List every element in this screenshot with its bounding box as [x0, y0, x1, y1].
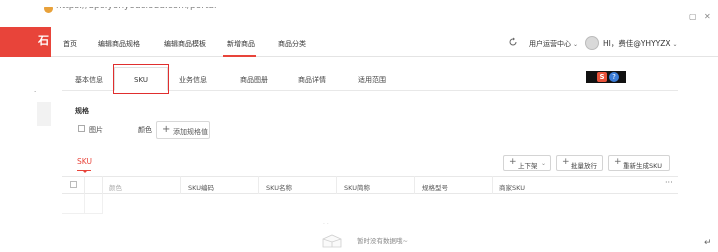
caret-down-icon: [82, 170, 88, 173]
tab-product-album[interactable]: 商品图册: [240, 75, 268, 85]
window-restore-icon[interactable]: ▢: [689, 12, 697, 21]
sku-table-header: 颜色 SKU编码 SKU名称 SKU简称 规格型号 商家SKU: [62, 176, 678, 194]
tab-scope[interactable]: 适用范围: [358, 75, 386, 85]
more-options-icon[interactable]: ···: [665, 178, 673, 187]
image-checkbox[interactable]: [78, 125, 85, 132]
plus-icon: +: [614, 157, 622, 167]
batch-release-label: 批量放行: [571, 162, 597, 170]
return-arrow-icon: ↵: [704, 238, 712, 248]
window-close-icon[interactable]: ✕: [704, 12, 711, 21]
tab-basic-info[interactable]: 基本信息: [75, 75, 103, 85]
chevron-down-icon: ⌄: [573, 41, 579, 48]
plus-icon: +: [562, 157, 570, 167]
browser-url-bar[interactable]: https://upc.yonyoucloud.com/portal ▢ ✕: [0, 0, 718, 24]
left-sidebar: [0, 24, 51, 252]
nav-active-indicator: [223, 55, 256, 57]
ops-center-menu[interactable]: 用户运营中心 ⌄: [529, 39, 578, 49]
sku-section-title: SKU: [77, 157, 92, 166]
column-divider: [258, 176, 259, 194]
column-header-merchant-sku: 商家SKU: [499, 184, 525, 192]
row-divider: [84, 194, 85, 214]
shelf-button[interactable]: + 上下架 ⌄: [503, 155, 551, 171]
spec-section-title: 规格: [75, 107, 89, 115]
chevron-down-icon: ⌄: [672, 41, 678, 48]
sidebar-mark: ·: [34, 88, 37, 96]
empty-box-icon: [322, 234, 342, 248]
regenerate-sku-label: 重新生成SKU: [623, 162, 662, 170]
user-name: HI，费佳@YHYYZX: [603, 39, 671, 48]
row-divider: [102, 194, 103, 214]
nav-new-product[interactable]: 新增商品: [227, 39, 255, 49]
column-divider: [102, 176, 103, 194]
user-greeting[interactable]: HI，费佳@YHYYZX ⌄: [603, 38, 678, 49]
ime-logo-icon[interactable]: S: [597, 72, 607, 82]
tab-product-detail[interactable]: 商品详情: [298, 75, 326, 85]
batch-release-button[interactable]: + 批量放行: [556, 155, 603, 171]
row-divider: [62, 213, 102, 214]
column-divider: [84, 176, 85, 194]
refresh-icon[interactable]: [508, 37, 518, 47]
column-divider: [180, 176, 181, 194]
logo-glyph-icon: 石: [38, 34, 49, 47]
avatar[interactable]: [585, 36, 599, 50]
column-header-sku-code: SKU编码: [188, 184, 214, 192]
nav-edit-template[interactable]: 编辑商品模板: [164, 39, 206, 49]
top-navigation: 首页 编辑商品规格 编辑商品模板 新增商品 商品分类 用户运营中心 ⌄ HI，费佳…: [51, 27, 718, 57]
add-spec-value-label: 添加规格值: [173, 128, 208, 136]
ops-center-label: 用户运营中心: [529, 40, 571, 48]
url-crop: [0, 0, 718, 7]
column-divider: [336, 176, 337, 194]
shelf-button-label: 上下架: [518, 162, 538, 170]
empty-state-decoration: · ·: [323, 221, 329, 228]
nav-product-category[interactable]: 商品分类: [278, 39, 306, 49]
plus-icon: +: [509, 157, 517, 167]
regenerate-sku-button[interactable]: + 重新生成SKU: [608, 155, 670, 171]
column-header-spec-model: 规格型号: [422, 184, 448, 192]
nav-edit-spec[interactable]: 编辑商品规格: [98, 39, 140, 49]
select-all-checkbox[interactable]: [70, 181, 77, 188]
color-spec-label: 颜色: [138, 126, 152, 134]
ime-help-icon[interactable]: ?: [609, 72, 619, 82]
column-divider: [492, 176, 493, 194]
nav-home[interactable]: 首页: [63, 39, 77, 49]
column-header-sku-name: SKU名称: [266, 184, 292, 192]
image-checkbox-label: 图片: [89, 126, 103, 134]
add-spec-value-button[interactable]: + 添加规格值: [156, 121, 210, 139]
tab-business-info[interactable]: 业务信息: [179, 75, 207, 85]
chevron-down-icon: ⌄: [540, 160, 546, 167]
column-header-color: 颜色: [109, 184, 122, 192]
column-divider: [414, 176, 415, 194]
highlight-box: [113, 64, 169, 94]
column-header-sku-short-name: SKU简称: [344, 184, 370, 192]
empty-state-text: 暂时没有数据哦~: [357, 237, 408, 245]
plus-icon: +: [162, 124, 171, 135]
sidebar-selected-item[interactable]: [37, 102, 51, 126]
